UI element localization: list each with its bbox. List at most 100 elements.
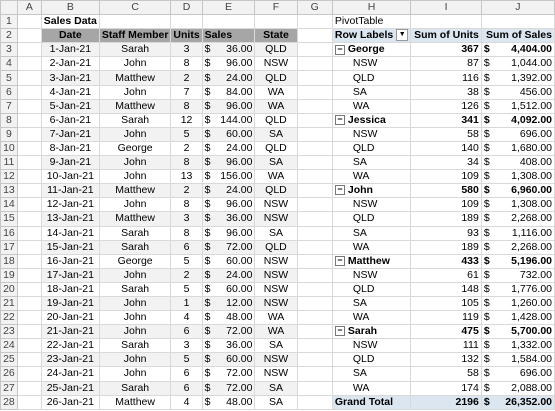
row-header-12[interactable]: 12 xyxy=(0,169,18,185)
sales-date[interactable]: 3-Jan-21 xyxy=(41,70,100,86)
column-header-g[interactable]: G xyxy=(296,0,333,16)
sales-date[interactable]: 7-Jan-21 xyxy=(41,127,100,142)
sales-units[interactable]: 8 xyxy=(170,56,203,72)
sales-state[interactable]: QLD xyxy=(254,113,298,128)
cell-g20[interactable] xyxy=(297,282,333,297)
pivot-item-sales[interactable]: $1,308.00 xyxy=(481,197,555,213)
cell-empty[interactable] xyxy=(202,14,256,30)
sales-staff[interactable]: John xyxy=(99,310,172,326)
sales-date[interactable]: 16-Jan-21 xyxy=(41,254,100,269)
sales-header-3[interactable]: Sales xyxy=(202,28,256,44)
column-header-i[interactable]: I xyxy=(410,0,482,16)
row-header-27[interactable]: 27 xyxy=(0,380,18,396)
sales-staff[interactable]: John xyxy=(99,324,172,340)
pivot-group-sales[interactable]: $5,700.00 xyxy=(481,324,555,340)
cell-a5[interactable] xyxy=(17,70,42,86)
sales-staff[interactable]: John xyxy=(99,366,172,382)
pivot-item-sales[interactable]: $2,088.00 xyxy=(481,381,555,396)
sales-header-2[interactable]: Units xyxy=(170,28,203,44)
collapse-icon[interactable]: − xyxy=(334,115,345,126)
sales-date[interactable]: 13-Jan-21 xyxy=(41,211,100,227)
sales-units[interactable]: 6 xyxy=(170,324,203,340)
pivot-item-label[interactable]: NSW xyxy=(332,56,412,72)
sales-staff[interactable]: Matthew xyxy=(99,99,172,114)
pivot-item-units[interactable]: 38 xyxy=(410,85,482,100)
sales-amount[interactable]: $60.00 xyxy=(202,282,256,297)
cell-g15[interactable] xyxy=(297,211,333,227)
sales-state[interactable]: WA xyxy=(254,99,298,114)
column-header-a[interactable]: A xyxy=(16,0,42,16)
sales-date[interactable]: 20-Jan-21 xyxy=(41,310,100,326)
sales-amount[interactable]: $72.00 xyxy=(202,240,256,255)
sales-amount[interactable]: $144.00 xyxy=(202,113,256,128)
cell-g13[interactable] xyxy=(297,183,333,199)
pivot-item-sales[interactable]: $1,044.00 xyxy=(481,56,555,72)
sales-state[interactable]: NSW xyxy=(254,56,298,72)
sales-header-1[interactable]: Staff Member xyxy=(99,28,172,44)
sales-amount[interactable]: $84.00 xyxy=(202,85,256,100)
cell-g11[interactable] xyxy=(297,155,333,171)
sales-date[interactable]: 4-Jan-21 xyxy=(41,85,100,100)
pivot-title[interactable]: PivotTable xyxy=(332,14,412,30)
cell-g18[interactable] xyxy=(297,254,333,269)
sales-state[interactable]: WA xyxy=(254,310,298,326)
cell-g25[interactable] xyxy=(297,352,333,368)
pivot-item-label[interactable]: SA xyxy=(332,85,412,100)
pivot-item-units[interactable]: 116 xyxy=(410,70,482,86)
cell-g27[interactable] xyxy=(297,381,333,396)
cell-a17[interactable] xyxy=(17,240,42,255)
cell-a14[interactable] xyxy=(17,197,42,213)
pivot-item-units[interactable]: 132 xyxy=(410,352,482,368)
sales-units[interactable]: 5 xyxy=(170,352,203,368)
sales-state[interactable]: WA xyxy=(254,85,298,100)
sales-staff[interactable]: Matthew xyxy=(99,183,172,199)
pivot-item-label[interactable]: WA xyxy=(332,99,412,114)
sales-units[interactable]: 1 xyxy=(170,296,203,312)
pivot-item-sales[interactable]: $696.00 xyxy=(481,127,555,142)
sales-state[interactable]: SA xyxy=(254,155,298,171)
sales-date[interactable]: 25-Jan-21 xyxy=(41,381,100,396)
pivot-sales-header[interactable]: Sum of Sales xyxy=(481,28,555,44)
sales-units[interactable]: 3 xyxy=(170,211,203,227)
sales-amount[interactable]: $36.00 xyxy=(202,338,256,354)
sales-date[interactable]: 12-Jan-21 xyxy=(41,197,100,213)
sales-state[interactable]: WA xyxy=(254,169,298,185)
row-header-25[interactable]: 25 xyxy=(0,352,18,368)
cell-a6[interactable] xyxy=(17,85,42,100)
cell-g12[interactable] xyxy=(297,169,333,185)
row-header-8[interactable]: 8 xyxy=(0,112,18,128)
sales-date[interactable]: 26-Jan-21 xyxy=(41,395,100,410)
pivot-item-label[interactable]: NSW xyxy=(332,127,412,142)
sales-state[interactable]: NSW xyxy=(254,254,298,269)
pivot-item-units[interactable]: 126 xyxy=(410,99,482,114)
sales-date[interactable]: 24-Jan-21 xyxy=(41,366,100,382)
cell-empty[interactable] xyxy=(170,14,203,30)
sales-units[interactable]: 3 xyxy=(170,42,203,58)
pivot-item-sales[interactable]: $1,584.00 xyxy=(481,352,555,368)
row-header-14[interactable]: 14 xyxy=(0,197,18,213)
row-header-3[interactable]: 3 xyxy=(0,42,18,58)
row-header-23[interactable]: 23 xyxy=(0,324,18,340)
pivot-group-units[interactable]: 580 xyxy=(410,183,482,199)
sales-amount[interactable]: $72.00 xyxy=(202,366,256,382)
cell-a1[interactable] xyxy=(17,14,42,30)
cell-g26[interactable] xyxy=(297,366,333,382)
sales-date[interactable]: 23-Jan-21 xyxy=(41,352,100,368)
pivot-item-label[interactable]: WA xyxy=(332,169,412,185)
sales-amount[interactable]: $24.00 xyxy=(202,183,256,199)
pivot-item-sales[interactable]: $1,776.00 xyxy=(481,282,555,297)
sales-state[interactable]: SA xyxy=(254,127,298,142)
sales-amount[interactable]: $12.00 xyxy=(202,296,256,312)
sales-date[interactable]: 14-Jan-21 xyxy=(41,226,100,241)
row-header-9[interactable]: 9 xyxy=(0,126,18,142)
sales-units[interactable]: 5 xyxy=(170,254,203,269)
sales-staff[interactable]: John xyxy=(99,56,172,72)
pivot-item-units[interactable]: 109 xyxy=(410,169,482,185)
row-header-20[interactable]: 20 xyxy=(0,281,18,297)
filter-dropdown-icon[interactable]: ▼ xyxy=(396,29,409,42)
pivot-item-units[interactable]: 109 xyxy=(410,197,482,213)
pivot-item-label[interactable]: SA xyxy=(332,155,412,171)
pivot-item-sales[interactable]: $2,268.00 xyxy=(481,240,555,255)
pivot-item-label[interactable]: NSW xyxy=(332,268,412,283)
sales-state[interactable]: NSW xyxy=(254,211,298,227)
